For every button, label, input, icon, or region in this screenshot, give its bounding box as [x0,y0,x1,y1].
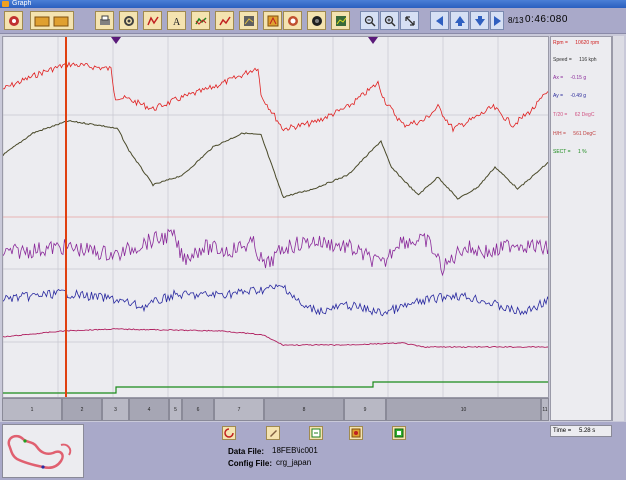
readout-label: T/20 = [553,112,568,118]
overlay-icon[interactable] [143,11,162,30]
toolbar: A 8/13 0:46:080 [0,8,626,34]
ax-trace [3,228,548,277]
readout-value: 561 DegC [571,131,596,137]
readout-value: 116 kph [577,57,597,63]
sector-3[interactable]: 3 [102,398,129,421]
time-label: Time = [553,428,572,434]
tools-icon[interactable] [239,11,258,30]
readout-ay: Ay = -0.49 g [553,93,586,99]
config-file-label: Config File: [228,459,272,468]
sector-6[interactable]: 6 [182,398,214,421]
refresh-icon[interactable] [222,426,236,440]
page-counter: 8/13 [508,16,524,25]
channel-readouts: Rpm = 10620 rpm Speed = 116 kph Ax = -0.15… [550,36,612,421]
open-file-icon[interactable] [4,11,23,30]
readout-sect: SECT = 1 % [553,149,587,155]
readout-label: H/H = [553,131,566,137]
clock-readout: 0:46:080 [525,14,568,25]
ay-trace [3,283,548,317]
rpm-trace [3,61,548,133]
readout-value: 1 % [576,149,587,155]
arrow-down-icon[interactable] [470,11,489,30]
graph-area[interactable] [2,36,549,398]
config-file-value: crg_japan [276,458,312,467]
readout-scrollbar[interactable] [612,36,624,421]
edit-icon[interactable] [266,426,280,440]
readout-label: Speed = [553,57,572,63]
zoom-select-icon[interactable] [400,11,419,30]
graph-lines-icon[interactable] [191,11,210,30]
sector-trace [3,381,548,394]
readout-ax: Ax = -0.15 g [553,75,586,81]
sector-8[interactable]: 8 [264,398,344,421]
track-map-icon [7,434,72,469]
readout-value: -0.49 g [569,93,587,99]
export-icon[interactable] [309,426,323,440]
target-icon[interactable] [283,11,302,30]
time-readout: Time = 5.28 s [550,425,612,437]
readout-speed: Speed = 116 kph [553,57,597,63]
lap-marker-icon[interactable] [368,37,378,44]
arrow-up-icon[interactable] [450,11,469,30]
app-icon [2,1,9,7]
readout-value: 62 DegC [573,112,595,118]
zoom-in-icon[interactable] [380,11,399,30]
track-map[interactable] [2,424,84,478]
zoom-out-icon[interactable] [360,11,379,30]
time-value: 5.28 s [578,428,596,434]
text-icon[interactable]: A [167,11,186,30]
svg-text:A: A [173,17,181,27]
arrow-right-icon[interactable] [490,11,504,30]
temp-trace [3,328,548,349]
data-file-value: 18FEB\ic001 [272,446,318,455]
title-bar: Graph [0,0,626,8]
settings-icon[interactable] [119,11,138,30]
sector-7[interactable]: 7 [214,398,264,421]
record-icon[interactable] [307,11,326,30]
print-icon[interactable] [95,11,114,30]
window-title: Graph [12,0,32,7]
readout-rpm: Rpm = 10620 rpm [553,40,599,46]
report-icon[interactable] [215,11,234,30]
readout-label: Ay = [553,93,564,99]
lap-marker-icon[interactable] [111,37,121,44]
readout-value: 10620 rpm [573,40,600,46]
chart-icon[interactable] [331,11,350,30]
speed-trace [3,120,548,200]
sector-bar: 1 2 3 4 5 6 7 8 9 10 11 [2,398,549,421]
config-icon[interactable] [349,426,363,440]
graph-canvas[interactable] [3,37,549,398]
confirm-icon[interactable] [392,426,406,440]
readout-hh: H/H = 561 DegC [553,131,596,137]
folder-icon[interactable] [30,11,74,30]
sector-1[interactable]: 1 [2,398,62,421]
arrow-left-icon[interactable] [430,11,449,30]
readout-value: -0.15 g [569,75,587,81]
data-file-label: Data File: [228,447,265,456]
sector-5[interactable]: 5 [169,398,182,421]
readout-label: SECT = [553,149,571,155]
sector-icon[interactable] [263,11,282,30]
readout-label: Rpm = [553,40,568,46]
readout-t20: T/20 = 62 DegC [553,112,594,118]
app-window: Graph A 8/13 0:46:080 Rpm = 10620 rpm Spe… [0,0,626,480]
sector-11[interactable]: 11 [541,398,549,421]
sector-10[interactable]: 10 [386,398,541,421]
sector-9[interactable]: 9 [344,398,386,421]
sector-2[interactable]: 2 [62,398,102,421]
sector-4[interactable]: 4 [129,398,169,421]
readout-label: Ax = [553,75,564,81]
